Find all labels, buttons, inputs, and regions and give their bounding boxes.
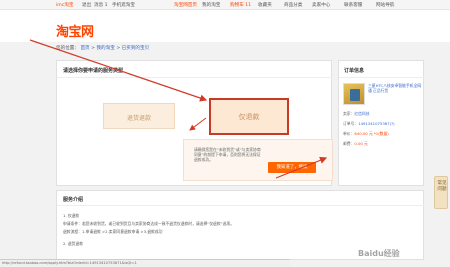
return-and-refund-label: 退货退款 xyxy=(126,115,151,122)
intro-title: 服务介绍 xyxy=(63,197,84,203)
browser-status-bar: http://refund.taobao.com/apply.htm?bizOr… xyxy=(0,259,290,267)
username-link[interactable]: imc淘宝 xyxy=(56,2,73,8)
mobile-taobao-link[interactable]: 手机逛淘宝 xyxy=(112,2,135,8)
breadcrumb-prefix: 您的位置： xyxy=(56,46,79,51)
breadcrumb-bought[interactable]: 已买到的宝贝 xyxy=(122,46,150,51)
top-bar: imc淘宝 退出 消息 1 手机逛淘宝 淘宝网首页 我的淘宝 购物车 11 收藏… xyxy=(0,0,450,10)
order-number-label: 订单号： xyxy=(343,121,359,126)
order-number-row: 订单号：1491341075367(?) xyxy=(343,121,395,127)
divider xyxy=(339,77,425,78)
intro-line: 1. 仅退款 xyxy=(63,213,80,218)
service-type-panel: 请选择你要申请的服务类型 退货退款 仅退款 请确保您是在“未收到货”或“与卖家协… xyxy=(56,60,333,186)
refund-only-option[interactable]: 仅退款 xyxy=(209,98,289,135)
divider xyxy=(57,77,333,78)
seller-value[interactable]: 红信科技 xyxy=(354,111,369,116)
continue-button[interactable]: 我知道了，继续 xyxy=(268,162,316,173)
refund-tip-box: 请确保您是在“未收到货”或“与卖家协商同意”的前提下申请，否则您将无法保证退款成… xyxy=(183,139,333,181)
faq-label: 常见问题 xyxy=(437,181,447,192)
phone-image xyxy=(350,89,360,101)
breadcrumb-sep: > xyxy=(91,46,95,51)
divider xyxy=(57,205,425,206)
cart-link[interactable]: 购物车 11 xyxy=(230,2,251,8)
site-nav-link[interactable]: 网站导航 xyxy=(376,2,394,8)
taobao-logo[interactable]: 淘宝网 xyxy=(56,21,94,40)
faq-tab[interactable]: 常见问题 xyxy=(434,176,448,209)
order-info-panel: 订单信息 三星HTC八核安卓智能手机全网通 正品行货 卖家：红信科技 订单号：1… xyxy=(338,60,425,186)
order-number-value[interactable]: 1491341075367(?) xyxy=(358,121,394,126)
order-info-title: 订单信息 xyxy=(344,68,365,74)
price-label: 单价： xyxy=(343,131,355,136)
seller-label: 卖家： xyxy=(343,111,355,116)
refund-only-label: 仅退款 xyxy=(238,113,260,121)
my-taobao-link[interactable]: 我的淘宝 xyxy=(202,2,220,8)
intro-line: 申请条件：若您未收到货，或已收到货且与卖家协商达成一致不退货仅退款时，请选择“仅… xyxy=(63,221,234,226)
home-link[interactable]: 淘宝网首页 xyxy=(174,2,197,8)
breadcrumb-sep: > xyxy=(116,46,121,51)
shipping-label: 邮费： xyxy=(343,141,355,146)
seller-center-link[interactable]: 卖家中心 xyxy=(312,2,330,8)
return-and-refund-option[interactable]: 退货退款 xyxy=(103,103,175,129)
product-title[interactable]: 三星HTC八核安卓智能手机全网通 正品行货 xyxy=(368,83,423,93)
intro-line: 2. 退货退款 xyxy=(63,241,84,246)
logout-link[interactable]: 退出 xyxy=(82,2,91,8)
category-link[interactable]: 商品分类 xyxy=(284,2,302,8)
status-url: http://refund.taobao.com/apply.htm?bizOr… xyxy=(2,261,137,265)
breadcrumb: 您的位置： 首页 > 我的淘宝 > 已买到的宝贝 xyxy=(56,45,149,51)
seller-row: 卖家：红信科技 xyxy=(343,111,370,117)
breadcrumb-my-taobao[interactable]: 我的淘宝 xyxy=(96,46,114,51)
contact-service-link[interactable]: 联系客服 xyxy=(344,2,362,8)
panel-title: 请选择你要申请的服务类型 xyxy=(63,68,124,74)
price-value: 640.00 元 *1(数量) xyxy=(354,131,389,136)
shipping-row: 邮费：0.00 元 xyxy=(343,141,368,147)
tip-text: 请确保您是在“未收到货”或“与卖家协商同意”的前提下申请，否则您将无法保证退款成… xyxy=(194,147,261,162)
baidu-watermark: Baidu经验 xyxy=(358,249,400,258)
favorites-link[interactable]: 收藏夹 xyxy=(258,2,272,8)
shipping-value: 0.00 元 xyxy=(354,141,368,146)
intro-line: 退款流程：1.申请退款 >2.卖家同意退款申请 >3.退款成功 xyxy=(63,229,163,234)
price-row: 单价：640.00 元 *1(数量) xyxy=(343,131,389,137)
header: 淘宝网 xyxy=(0,10,450,42)
product-thumbnail[interactable] xyxy=(343,83,365,105)
messages-link[interactable]: 消息 1 xyxy=(94,2,108,8)
breadcrumb-home[interactable]: 首页 xyxy=(80,46,89,51)
